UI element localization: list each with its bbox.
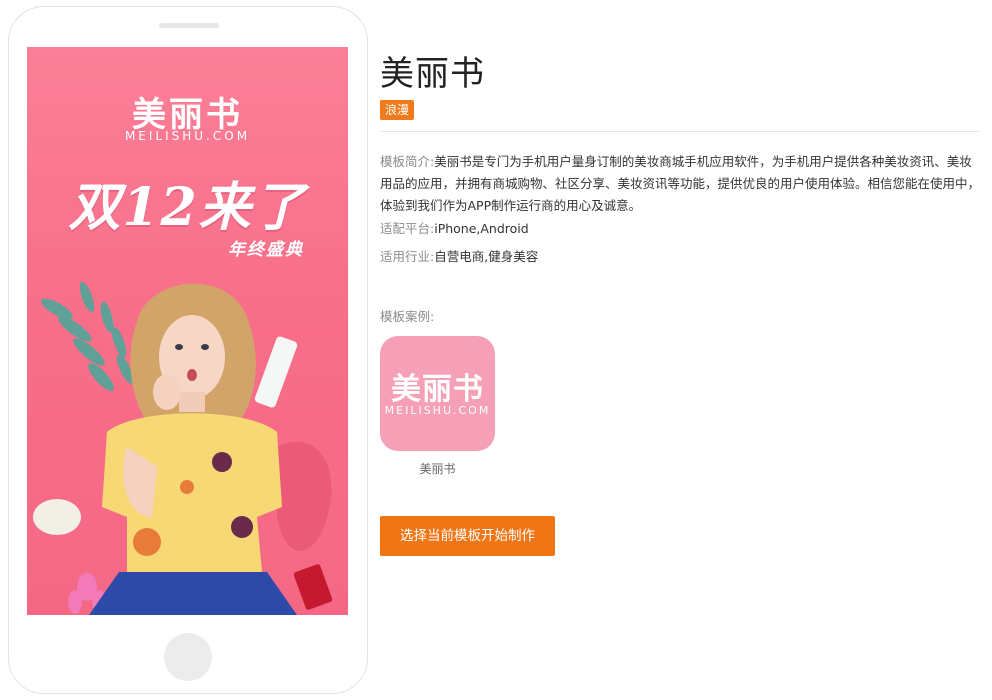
industry-value: 自营电商,健身美容 (434, 249, 539, 264)
description-text: 美丽书是专门为手机用户量身订制的美妆商城手机应用软件，为手机用户提供各种美妆资讯… (380, 154, 981, 213)
industry-row: 适用行业:自营电商,健身美容 (380, 246, 984, 268)
phone-speaker (159, 23, 219, 28)
start-with-template-button[interactable]: 选择当前模板开始制作 (380, 516, 555, 556)
leaf-icon (41, 281, 134, 391)
template-preview-screen: 美丽书 MEILISHU.COM 双12来了 年终盛典 (27, 47, 348, 615)
app-icon-title: 美丽书 (391, 372, 484, 407)
poster-headline: 双12来了 (68, 177, 307, 238)
template-detail-page: 美丽书 MEILISHU.COM 双12来了 年终盛典 美丽书 浪漫 模板简介:… (0, 0, 992, 700)
poster-subheadline: 年终盛典 (228, 240, 304, 260)
platform-row: 适配平台:iPhone,Android (380, 218, 984, 240)
phone-mockup: 美丽书 MEILISHU.COM 双12来了 年终盛典 (8, 6, 368, 694)
platform-value: iPhone,Android (434, 221, 529, 236)
app-case-name[interactable]: 美丽书 (380, 460, 495, 477)
cream-jar-icon (33, 499, 81, 535)
poster-domain-text: MEILISHU.COM (124, 129, 251, 143)
description-label: 模板简介: (380, 154, 435, 169)
industry-label: 适用行业: (380, 249, 435, 264)
template-description: 模板简介:美丽书是专门为手机用户量身订制的美妆商城手机应用软件，为手机用户提供各… (380, 151, 984, 217)
platform-label: 适配平台: (380, 221, 435, 236)
divider (380, 131, 980, 132)
case-section-label: 模板案例: (380, 309, 435, 324)
phone-home-button (164, 633, 212, 681)
category-badge: 浪漫 (380, 100, 415, 120)
template-title: 美丽书 (380, 54, 485, 94)
app-case-icon[interactable]: 美丽书 MEILISHU.COM (380, 336, 495, 451)
app-icon-domain: MEILISHU.COM (384, 404, 491, 417)
cosmetic-tube-icon (254, 336, 298, 408)
lipstick-icon (293, 564, 333, 610)
